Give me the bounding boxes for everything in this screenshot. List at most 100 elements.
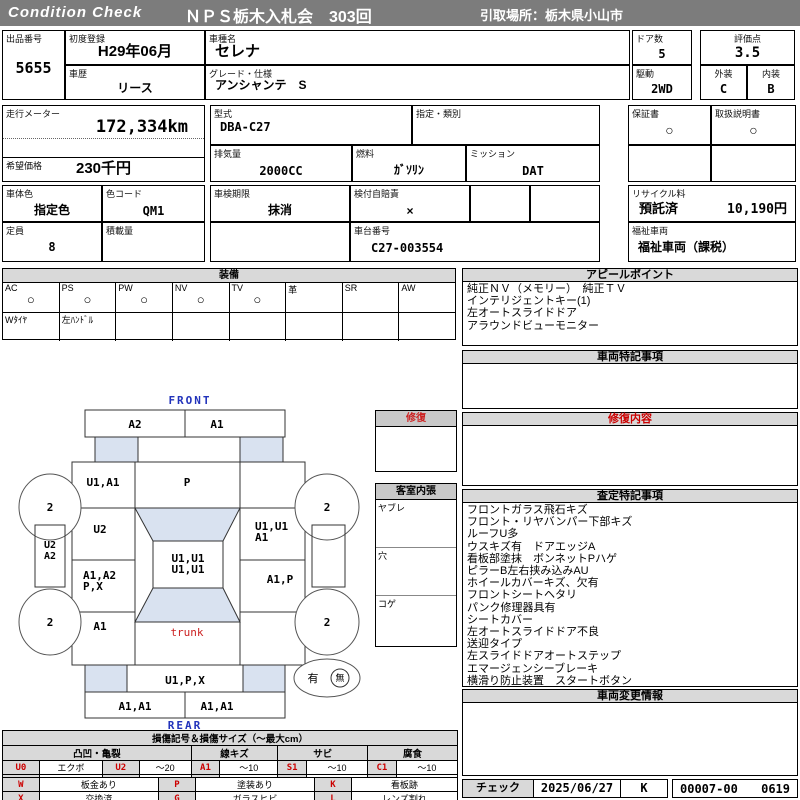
legend-group-dents: 凸凹・亀裂	[2, 745, 192, 761]
rear-left-quarter-code-2: P,X	[83, 580, 103, 593]
roof-code-2: U1,U1	[171, 563, 204, 576]
chassis-cell: 車台番号 C27-003554	[350, 222, 600, 262]
equipment-extra-7	[341, 313, 399, 341]
transmission-label: ミッション	[470, 149, 516, 159]
recycle-fee-value: 10,190円	[727, 202, 787, 217]
model-code-label: 型式	[214, 109, 233, 119]
front-label: FRONT	[168, 394, 211, 407]
legend-code: X	[2, 791, 40, 800]
repair-mini-title: 修復	[376, 411, 456, 427]
tail-light-right	[242, 664, 286, 693]
fuel-cell: 燃料 ｶﾞｿﾘﾝ	[352, 145, 466, 182]
color-code-label: 色コード	[106, 189, 143, 199]
rear-panel-code: U1,P,X	[165, 674, 205, 687]
change-info-header: 車両変更情報	[462, 689, 798, 703]
legend-desc: 看板跡	[350, 777, 459, 792]
chassis-label: 車台番号	[354, 226, 391, 236]
rear-left-door-code: A1	[93, 620, 107, 633]
legend-desc: 〜10	[395, 760, 459, 775]
equipment-tv: TV ○	[228, 283, 286, 312]
manual-label: 取扱説明書	[715, 109, 761, 119]
equipment-title: 装備	[3, 269, 455, 283]
equipment-row-2: Wﾀｲﾔ 左ﾊﾝﾄﾞﾙ	[3, 312, 455, 341]
change-info-body	[462, 703, 798, 776]
spare-tire-indicator: 有 無	[293, 658, 361, 698]
front-bumper-right-code: A1	[210, 418, 224, 431]
rear-bumper-left-code: A1,A1	[118, 700, 151, 713]
first-registration-cell: 初度登録 H29年06月	[65, 30, 205, 65]
welfare-cell: 福祉車両 福祉車両（課税）	[628, 222, 796, 262]
legend-code: L	[314, 791, 352, 800]
color-code-value: QM1	[142, 204, 165, 218]
color-code-cell: 色コード QM1	[102, 185, 205, 222]
model-code-cell: 型式 DBA-C27	[210, 105, 412, 145]
manual-cell: 取扱説明書 ○	[711, 105, 796, 145]
empty-cell	[628, 145, 711, 182]
model-code-value: DBA-C27	[220, 120, 271, 134]
capacity-cell: 定員 8	[2, 222, 102, 262]
equipment-extra-6	[285, 313, 342, 341]
windshield	[134, 507, 241, 542]
pickup-location: 引取場所：栃木県小山市	[480, 8, 624, 23]
drive-label: 駆動	[636, 69, 655, 79]
check-label: チェック	[463, 780, 534, 797]
car-damage-diagram: FRONT A2 A1 U1,A1 P U2 U1,U1 A1 U1,U1 U1…	[18, 394, 361, 732]
equipment-pw-mark: ○	[140, 292, 148, 307]
assessment-notes-body: フロントガラス飛石キズ フロント・リヤバンパー下部キズ ルーフU多 ウスキズ有 …	[462, 503, 798, 687]
hood-code: P	[184, 476, 191, 489]
legend-group-scratch: 線キズ	[190, 745, 279, 761]
legend-code: U2	[101, 760, 140, 775]
interior-row-hole: 穴	[376, 548, 456, 596]
appeal-points-body: 純正ＮＶ（メモリー） 純正ＴＶ インテリジェントキー(1) 左オートスライドドア…	[462, 282, 798, 346]
equipment-nv-mark: ○	[196, 292, 205, 307]
divider-dotted	[3, 138, 204, 139]
equipment-table: 装備 AC ○ PS ○ PW ○ NV ○ TV ○ 革 SR AW Wﾀｲﾔ 左ﾊﾝﾄ…	[2, 268, 456, 341]
equipment-extra-2-label: 左ﾊﾝﾄﾞﾙ	[61, 315, 94, 325]
legend-code: K	[314, 777, 352, 792]
warranty-cell: 保証書 ○	[628, 105, 711, 145]
interior-lining-box: 客室内張 ヤブレ 穴 コゲ	[375, 483, 457, 647]
legend-desc: 〜20	[138, 760, 192, 775]
equipment-extra-8	[398, 313, 455, 341]
vehicle-notes-body	[462, 364, 798, 409]
document-code: 0619	[761, 781, 790, 796]
appeal-points-header: アピールポイント	[462, 268, 798, 282]
manual-value: ○	[749, 122, 758, 138]
legend-code: G	[158, 791, 196, 800]
model-name-value: セレナ	[215, 43, 261, 60]
equipment-ac: AC ○	[3, 283, 59, 312]
equipment-tv-mark: ○	[253, 292, 262, 307]
equipment-ps-mark: ○	[83, 292, 92, 307]
warranty-label: 保証書	[632, 109, 660, 119]
legend-code: W	[2, 777, 40, 792]
repair-content-header: 修復内容	[462, 412, 798, 426]
check-row: チェック 2025/06/27 K	[462, 779, 668, 798]
legend-code: P	[158, 777, 196, 792]
lot-number-value: 5655	[15, 59, 52, 77]
rear-bumper-right-code: A1,A1	[200, 700, 233, 713]
legend-group-corrosion: 腐食	[367, 745, 458, 761]
insurance-cell: 検付自賠責 ×	[350, 185, 470, 222]
equipment-leather: 革	[285, 283, 342, 312]
empty-cell	[470, 185, 530, 222]
drive-cell: 駆動 2WD	[632, 65, 692, 100]
legend-group-rust: サビ	[277, 745, 369, 761]
inspection-cell: 車検期限 抹消	[210, 185, 350, 222]
score-cell: 評価点 3.5	[700, 30, 795, 65]
class-label: 指定・類別	[416, 109, 462, 119]
empty-cell	[210, 222, 350, 262]
rear-window	[134, 587, 241, 623]
legend-desc: 塗装あり	[194, 777, 316, 792]
wheel-rear-left-count: 2	[47, 616, 54, 629]
trunk-label: trunk	[170, 626, 203, 639]
interior-lining-title: 客室内張	[376, 484, 456, 500]
capacity-value: 8	[48, 240, 56, 254]
history-cell: 車歴 リース	[65, 65, 205, 100]
welfare-value: 福祉車両（課税）	[638, 240, 735, 254]
displacement-label: 排気量	[214, 149, 242, 159]
check-date: 2025/06/27	[534, 780, 621, 797]
legend-desc: 〜10	[219, 760, 279, 775]
doors-label: ドア数	[636, 34, 664, 44]
rear-right-quarter-code: A1,P	[267, 573, 294, 586]
legend-code: C1	[367, 760, 397, 775]
